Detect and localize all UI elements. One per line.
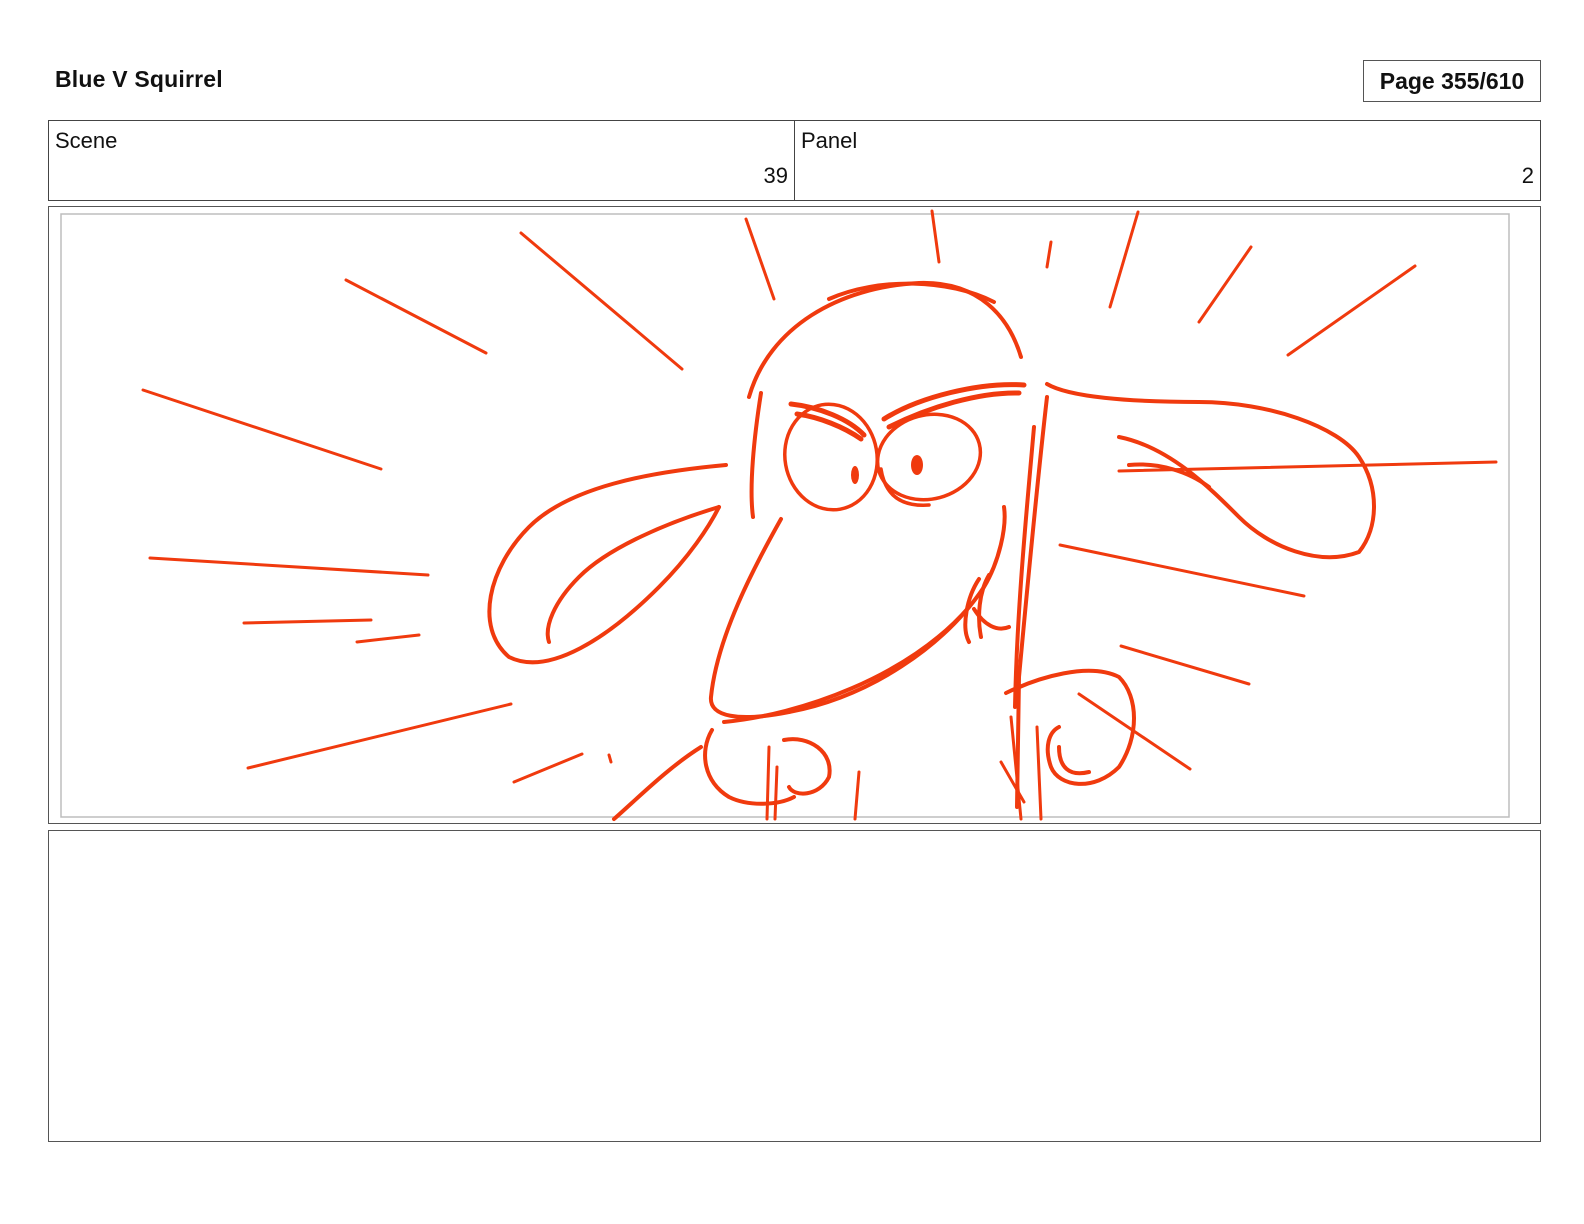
page-indicator: Page 355/610 — [1363, 60, 1541, 102]
project-title: Blue V Squirrel — [55, 66, 223, 92]
scene-label: Scene — [55, 128, 118, 153]
paw-strokes — [612, 668, 1136, 821]
ear-strokes — [487, 382, 1376, 665]
snout-strokes — [708, 505, 1011, 724]
safe-area-frame — [60, 213, 1510, 818]
eyebrow-strokes — [788, 382, 1027, 442]
action-lines — [141, 209, 1498, 784]
sketch-strokes — [141, 209, 1498, 821]
storyboard-panel — [48, 206, 1541, 824]
scene-cell: Scene 39 — [49, 121, 794, 200]
panel-notes-area — [48, 830, 1541, 1142]
panel-label: Panel — [801, 128, 858, 153]
scene-number: 39 — [763, 163, 788, 188]
squirrel-sketch-drawing — [60, 209, 1510, 821]
scene-panel-table: Scene 39 Panel 2 — [48, 120, 1541, 201]
pupils — [851, 455, 923, 484]
panel-number: 2 — [1521, 163, 1534, 188]
panel-cell: Panel 2 — [794, 121, 1540, 200]
